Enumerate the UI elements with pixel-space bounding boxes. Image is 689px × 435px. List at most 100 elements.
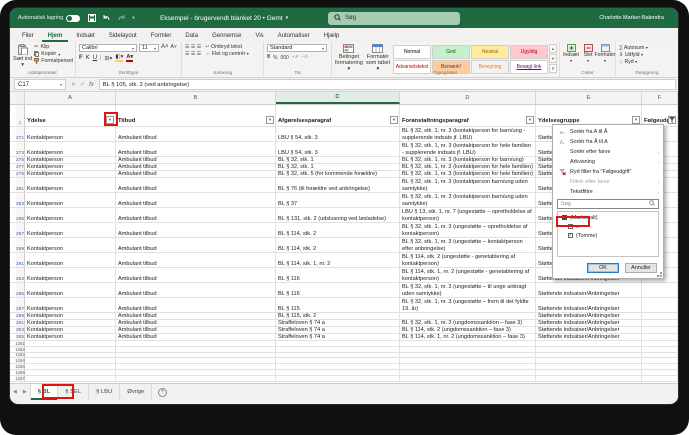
cell-style-normal[interactable]: Normal bbox=[393, 45, 431, 59]
cell-tilbud[interactable]: Ambulant tilbud bbox=[116, 208, 276, 222]
cell-foranstaltningsparagraf[interactable]: BL § 32, stk. 1, nr. 3 (kontaktperson fo… bbox=[400, 142, 536, 156]
row-number[interactable]: 291 bbox=[16, 253, 25, 267]
comma-format-icon[interactable]: 000 bbox=[280, 55, 288, 61]
menu-item-4[interactable]: Ryd filter fra "Følgeudgift" bbox=[553, 167, 663, 177]
column-header-d[interactable]: D bbox=[400, 92, 536, 104]
autosave-toggle-pill[interactable] bbox=[66, 15, 80, 22]
formula-input[interactable]: BL § 105, stk. 2 (ved anbringelse) bbox=[99, 79, 676, 90]
cell-afgoerelsesparagraf[interactable]: BL § 76 (til forældre ved anbringelse) bbox=[276, 178, 400, 192]
cell-ydelse[interactable]: Kontaktperson bbox=[25, 171, 116, 177]
cell-ydelse[interactable]: Kontaktperson bbox=[25, 253, 116, 267]
filter-value-markralt[interactable]: (Markér alt) bbox=[558, 213, 658, 222]
filter-value-tomme[interactable]: ✓(Tomme) bbox=[558, 231, 658, 240]
gallery-down-icon[interactable]: ▼ bbox=[549, 54, 557, 63]
ribbon-tab-data[interactable]: Data bbox=[179, 31, 204, 42]
new-sheet-button[interactable]: + bbox=[158, 388, 167, 397]
menu-resize-grip[interactable] bbox=[657, 272, 662, 277]
checkbox-checked[interactable]: ✓ bbox=[568, 233, 573, 238]
cell-tilbud[interactable]: Ambulant tilbud bbox=[116, 127, 276, 141]
row-number[interactable]: 283 bbox=[16, 193, 25, 207]
cell-foelgeudgift[interactable] bbox=[642, 283, 678, 297]
cell-ydelse[interactable]: Kontaktperson bbox=[25, 193, 116, 207]
format-cells-button[interactable]: Formatér▾ bbox=[597, 44, 613, 63]
cell-ydelse[interactable]: Kontaktperson bbox=[25, 298, 116, 312]
menu-item-6[interactable]: Tekstfiltre› bbox=[553, 187, 663, 197]
sheet-nav-right-icon[interactable]: ▶ bbox=[23, 389, 27, 395]
column-header-a[interactable]: A bbox=[25, 92, 116, 104]
column-header-e[interactable]: E bbox=[536, 92, 642, 104]
cell-foelgeudgift[interactable] bbox=[642, 320, 678, 326]
qat-dropdown-icon[interactable]: ▾ bbox=[132, 15, 134, 21]
cell-foranstaltningsparagraf[interactable]: BL § 32, stk. 1, nr. 3 (ungdomssanktion … bbox=[400, 320, 536, 326]
row-number[interactable]: 275 bbox=[16, 157, 25, 163]
row-number[interactable]: 303 bbox=[16, 327, 25, 333]
filter-search-input[interactable]: Søg bbox=[557, 199, 659, 209]
column-header-c[interactable]: C bbox=[276, 92, 400, 104]
row-number[interactable]: 289 bbox=[16, 238, 25, 252]
cell-ydelse[interactable]: Kontaktperson bbox=[25, 320, 116, 326]
cell-afgoerelsesparagraf[interactable]: Straffeloven § 74 a bbox=[276, 327, 400, 333]
cell-ydelse[interactable]: Kontaktperson bbox=[25, 157, 116, 163]
cell-afgoerelsesparagraf[interactable]: BL § 116 bbox=[276, 283, 400, 297]
number-format-combo[interactable]: Standard▾ bbox=[267, 44, 327, 52]
cell-foranstaltningsparagraf[interactable]: BL § 32, stk. 1, nr. 3 (kontaktperson fo… bbox=[400, 127, 536, 141]
ribbon-tab-gennemse[interactable]: Gennemse bbox=[206, 31, 247, 42]
checkbox-unchecked[interactable] bbox=[568, 224, 573, 229]
cell-ydelse[interactable]: Kontaktperson bbox=[25, 164, 116, 170]
cell-foelgeudgift[interactable] bbox=[642, 334, 678, 340]
row-number[interactable]: 1265 bbox=[16, 364, 25, 369]
row-number[interactable]: 1264 bbox=[16, 358, 25, 363]
sheet-nav-left-icon[interactable]: ◀ bbox=[13, 389, 17, 395]
row-number[interactable]: 1263 bbox=[16, 353, 25, 358]
fill-button[interactable]: ⬇ Udfyld ▾ bbox=[619, 52, 676, 58]
filter-dropdown-button-1[interactable]: ▼ bbox=[266, 116, 274, 124]
redo-icon[interactable] bbox=[117, 14, 126, 22]
cell-ydelse[interactable]: Kontaktperson bbox=[25, 334, 116, 340]
undo-icon[interactable] bbox=[102, 14, 111, 22]
menu-item-2[interactable]: Sortér efter farve› bbox=[553, 147, 663, 157]
row-number[interactable]: 297 bbox=[16, 298, 25, 312]
cell-afgoerelsesparagraf[interactable]: LBU § 54, stk. 3 bbox=[276, 127, 400, 141]
cell-tilbud[interactable]: Ambulant tilbud bbox=[116, 238, 276, 252]
cell-foranstaltningsparagraf[interactable]: BL § 32, stk. 1, nr. 3 (ungestøtte – fre… bbox=[400, 298, 536, 312]
sheet-tab-sel[interactable]: § SEL bbox=[58, 384, 89, 400]
cell-foelgeudgift[interactable] bbox=[642, 298, 678, 312]
ribbon-tab-sidelayout[interactable]: Sidelayout bbox=[103, 31, 143, 42]
cell-afgoerelsesparagraf[interactable]: BL § 114, stk. 2 bbox=[276, 238, 400, 252]
autosum-button[interactable]: ∑ Autosum ▾ bbox=[619, 45, 676, 51]
cut-button[interactable]: ✂Klip bbox=[34, 44, 73, 50]
ribbon-tab-vis[interactable]: Vis bbox=[249, 31, 269, 42]
cell-foranstaltningsparagraf[interactable]: BL § 32, stk. 1, nr. 3 (ungestøtte – til… bbox=[400, 283, 536, 297]
filter-value-x[interactable]: x bbox=[558, 222, 658, 231]
cell-ydelsesgruppe[interactable]: Støttende indsatser/Anbringelser bbox=[536, 320, 642, 326]
select-all-corner[interactable] bbox=[16, 92, 25, 104]
italic-button[interactable]: K bbox=[86, 55, 90, 61]
cell-afgoerelsesparagraf[interactable]: Straffeloven § 74 a bbox=[276, 334, 400, 340]
cell-tilbud[interactable]: Ambulant tilbud bbox=[116, 142, 276, 156]
ribbon-tab-automatiser[interactable]: Automatiser bbox=[272, 31, 316, 42]
gallery-up-icon[interactable]: ▲ bbox=[549, 44, 557, 53]
cell-tilbud[interactable]: Ambulant tilbud bbox=[116, 193, 276, 207]
borders-icon[interactable]: ⊞▾ bbox=[104, 55, 112, 62]
cell-ydelsesgruppe[interactable]: Støttende indsatser/Anbringelser bbox=[536, 327, 642, 333]
sheet-tab-bl[interactable]: § BL bbox=[31, 384, 59, 400]
cell-foranstaltningsparagraf[interactable]: BL § 32, stk. 1, nr. 3 (kontaktperson ba… bbox=[400, 193, 536, 207]
row-number[interactable]: 301 bbox=[16, 320, 25, 326]
wrap-text-button[interactable]: ↩ Ombryd tekst bbox=[205, 44, 249, 50]
cell-afgoerelsesparagraf[interactable]: Straffeloven § 74 a bbox=[276, 320, 400, 326]
shrink-font-icon[interactable]: A˅ bbox=[171, 44, 177, 52]
ribbon-tab-hjlp[interactable]: Hjælp bbox=[318, 31, 346, 42]
cell-afgoerelsesparagraf[interactable]: LBU § 54, stk. 3 bbox=[276, 142, 400, 156]
column-header-b[interactable]: B bbox=[116, 92, 276, 104]
cell-ydelse[interactable]: Kontaktperson bbox=[25, 208, 116, 222]
percent-format-icon[interactable]: % bbox=[273, 55, 277, 61]
cell-ydelsesgruppe[interactable]: Støttende indsatser/Anbringelser bbox=[536, 334, 642, 340]
ribbon-tab-hjem[interactable]: Hjem bbox=[42, 31, 69, 42]
cell-foranstaltningsparagraf[interactable]: BL § 114, stk. 1, nr. 2 (ungdomssanktion… bbox=[400, 334, 536, 340]
autosave-toggle[interactable]: Automatisk lagring bbox=[18, 15, 80, 22]
ribbon-tab-indst[interactable]: Indsæt bbox=[70, 31, 100, 42]
cell-tilbud[interactable]: Ambulant tilbud bbox=[116, 268, 276, 282]
cell-foranstaltningsparagraf[interactable]: BL § 32, stk. 1, nr. 3 (ungestøtte – kon… bbox=[400, 238, 536, 252]
underline-button[interactable]: U bbox=[93, 55, 97, 61]
format-painter-button[interactable]: Formatpensel bbox=[34, 58, 73, 64]
